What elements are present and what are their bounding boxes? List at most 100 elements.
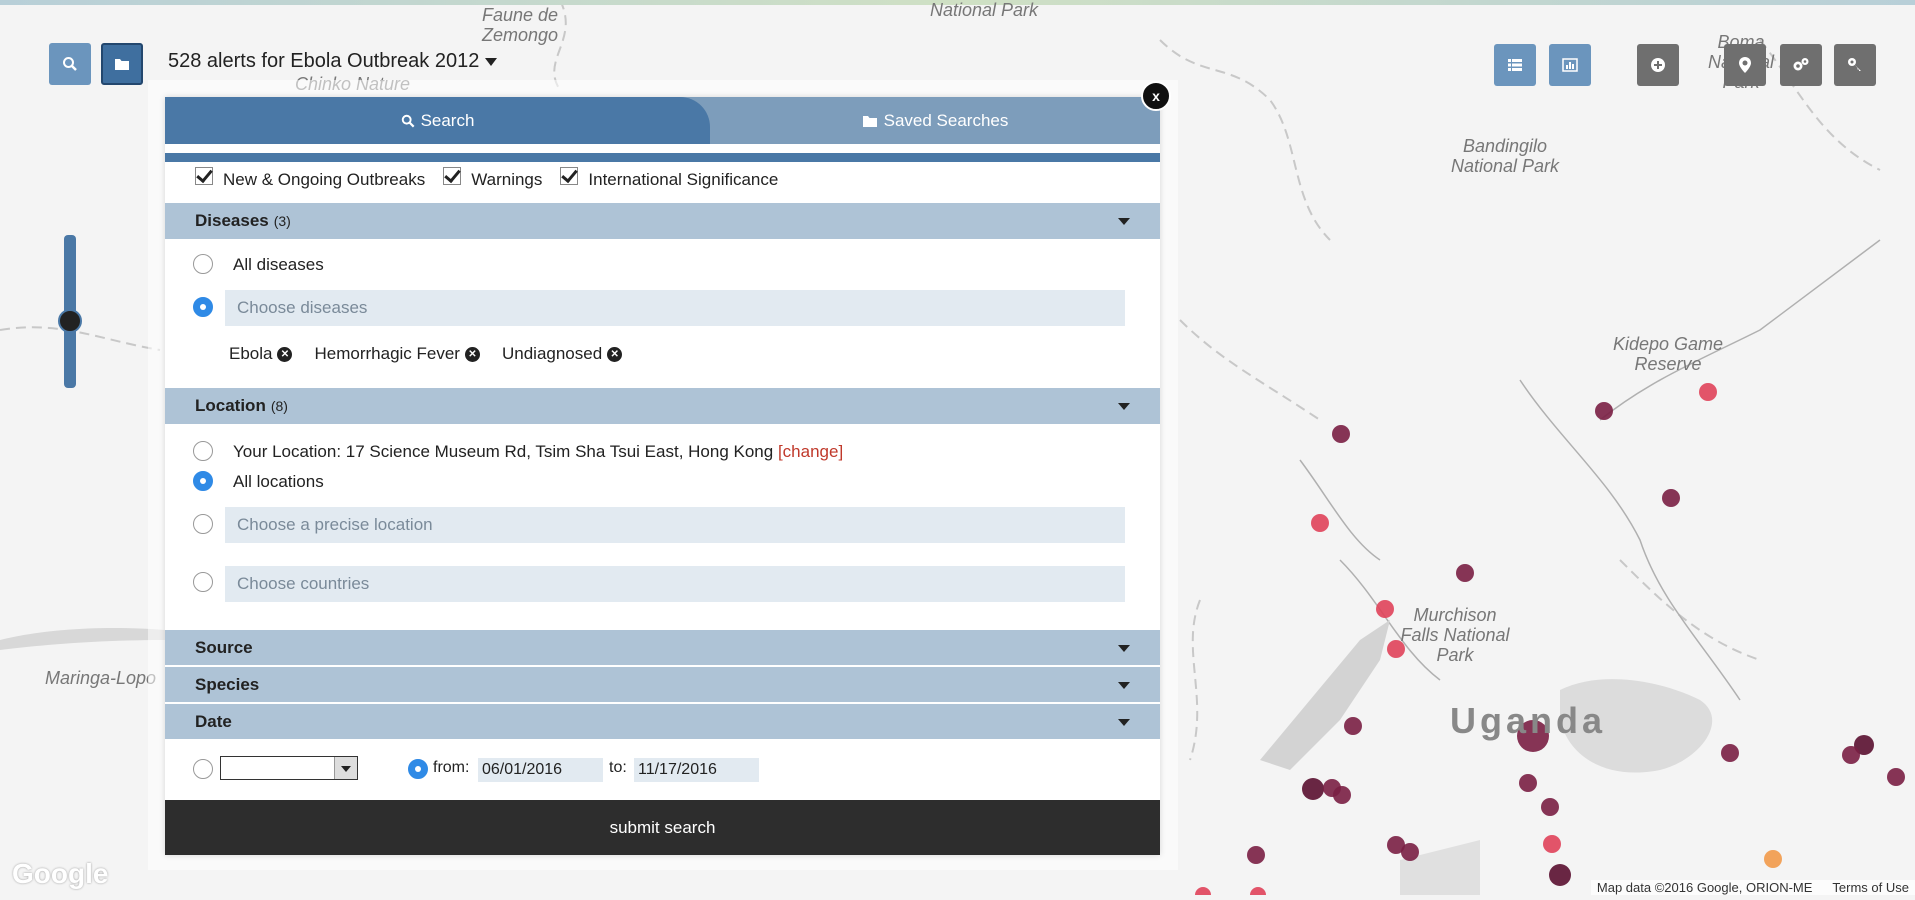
disease-tag: Undiagnosed ✕ xyxy=(501,344,623,364)
chevron-down-icon xyxy=(334,757,357,779)
alert-marker xyxy=(1311,514,1329,532)
map-label: Murchison Falls National Park xyxy=(1400,605,1510,665)
remove-tag-icon[interactable]: ✕ xyxy=(464,346,480,362)
all-diseases-label: All diseases xyxy=(233,255,324,274)
from-label: from: xyxy=(433,759,470,776)
country-label: Uganda xyxy=(1450,700,1607,741)
filter-warnings[interactable]: Warnings xyxy=(443,167,543,190)
section-location[interactable]: Location (8) xyxy=(165,388,1160,424)
radio-all-locations[interactable] xyxy=(193,471,213,491)
section-count: (8) xyxy=(270,398,288,414)
section-species[interactable]: Species xyxy=(165,667,1160,702)
key-button[interactable] xyxy=(1834,44,1876,86)
alert-marker xyxy=(1721,744,1739,762)
alert-marker xyxy=(1332,425,1350,443)
remove-tag-icon[interactable]: ✕ xyxy=(607,346,623,362)
search-icon xyxy=(63,57,77,71)
section-date[interactable]: Date xyxy=(165,704,1160,739)
caret-down-icon xyxy=(1118,644,1130,652)
terms-link[interactable]: Terms of Use xyxy=(1832,880,1909,895)
section-diseases[interactable]: Diseases (3) xyxy=(165,203,1160,239)
caret-down-icon xyxy=(1118,681,1130,689)
radio-choose-diseases[interactable] xyxy=(193,297,213,317)
search-button[interactable] xyxy=(49,43,91,85)
alert-marker xyxy=(1541,798,1559,816)
settings-button[interactable] xyxy=(1780,44,1822,86)
filter-international[interactable]: International Significance xyxy=(560,167,779,190)
alert-marker xyxy=(1595,402,1613,420)
precise-location-input[interactable]: Choose a precise location xyxy=(225,507,1125,543)
section-source[interactable]: Source xyxy=(165,630,1160,665)
plus-circle-icon xyxy=(1651,58,1665,72)
alert-marker xyxy=(1401,843,1419,861)
folder-icon xyxy=(862,115,877,127)
radio-precise-location[interactable] xyxy=(193,514,213,534)
checkbox-new-ongoing[interactable] xyxy=(195,167,213,185)
all-locations-label: All locations xyxy=(233,472,324,491)
map-label: Kidepo Game Reserve xyxy=(1612,334,1724,374)
section-title: Location xyxy=(195,396,266,415)
submit-search-button[interactable]: submit search xyxy=(165,800,1160,855)
alert-marker xyxy=(1247,846,1265,864)
list-icon xyxy=(1508,59,1522,71)
list-view-button[interactable] xyxy=(1494,44,1536,86)
alerts-count-label: 528 alerts for xyxy=(168,50,285,72)
caret-down-icon xyxy=(1118,718,1130,726)
alert-marker xyxy=(1543,835,1561,853)
chart-view-button[interactable] xyxy=(1549,44,1591,86)
tag-label: Hemorrhagic Fever xyxy=(314,344,460,363)
tab-saved-searches[interactable]: Saved Searches xyxy=(710,97,1160,144)
tag-label: Undiagnosed xyxy=(501,344,603,363)
location-button[interactable] xyxy=(1724,44,1766,86)
map-label: Bandingilo National Park xyxy=(1450,136,1560,176)
search-icon xyxy=(401,114,415,127)
alerts-title[interactable]: 528 alerts for Ebola Outbreak 2012 xyxy=(168,50,498,73)
section-title: Source xyxy=(195,637,253,657)
remove-tag-icon[interactable]: ✕ xyxy=(277,346,293,362)
alert-marker xyxy=(1456,564,1474,582)
radio-date-range[interactable] xyxy=(408,759,428,779)
your-location-text: Your Location: 17 Science Museum Rd, Tsi… xyxy=(233,442,774,461)
checkbox-international[interactable] xyxy=(560,167,579,185)
radio-date-preset[interactable] xyxy=(193,759,213,779)
alert-marker xyxy=(1887,768,1905,786)
tag-label: Ebola xyxy=(229,344,273,363)
alert-marker xyxy=(1302,778,1324,800)
tab-saved-label: Saved Searches xyxy=(883,110,1009,130)
radio-your-location[interactable] xyxy=(193,441,213,461)
filter-new-ongoing[interactable]: New & Ongoing Outbreaks xyxy=(195,167,426,190)
disease-tags: Ebola ✕ Hemorrhagic Fever ✕ Undiagnosed ✕ xyxy=(229,344,644,364)
countries-input[interactable]: Choose countries xyxy=(225,566,1125,602)
map-label: National Park xyxy=(930,0,1039,20)
section-title: Date xyxy=(195,711,232,731)
section-title: Species xyxy=(195,674,260,694)
your-location-label: Your Location: 17 Science Museum Rd, Tsi… xyxy=(233,442,843,462)
date-to-input[interactable]: 11/17/2016 xyxy=(634,758,759,782)
filter-label: Warnings xyxy=(471,170,543,189)
search-name: Ebola Outbreak 2012 xyxy=(290,50,480,72)
diseases-input[interactable]: Choose diseases xyxy=(225,290,1125,326)
alert-marker xyxy=(1842,746,1860,764)
map-label: Maringa-Lopo xyxy=(45,668,157,688)
filter-label: International Significance xyxy=(588,170,779,189)
checkbox-warnings[interactable] xyxy=(443,167,462,185)
filter-label: New & Ongoing Outbreaks xyxy=(223,170,426,189)
alert-marker xyxy=(1376,600,1394,618)
section-title: Diseases xyxy=(195,211,269,230)
close-button[interactable]: x xyxy=(1141,81,1171,111)
date-from-input[interactable]: 06/01/2016 xyxy=(478,758,603,782)
radio-all-diseases[interactable] xyxy=(193,254,213,274)
alert-marker xyxy=(1333,786,1351,804)
folder-icon xyxy=(115,59,129,70)
add-button[interactable] xyxy=(1637,44,1679,86)
map-attribution: Map data ©2016 Google, ORION-ME Terms of… xyxy=(1590,880,1915,895)
alert-marker xyxy=(1344,717,1362,735)
date-preset-select[interactable] xyxy=(220,756,358,780)
folder-button[interactable] xyxy=(101,43,143,85)
tab-search[interactable]: Search xyxy=(165,97,710,144)
radio-countries[interactable] xyxy=(193,572,213,592)
alert-marker xyxy=(1699,383,1717,401)
caret-down-icon xyxy=(1118,403,1130,410)
zoom-slider-handle[interactable] xyxy=(58,309,82,333)
change-location-link[interactable]: [change] xyxy=(778,442,843,461)
